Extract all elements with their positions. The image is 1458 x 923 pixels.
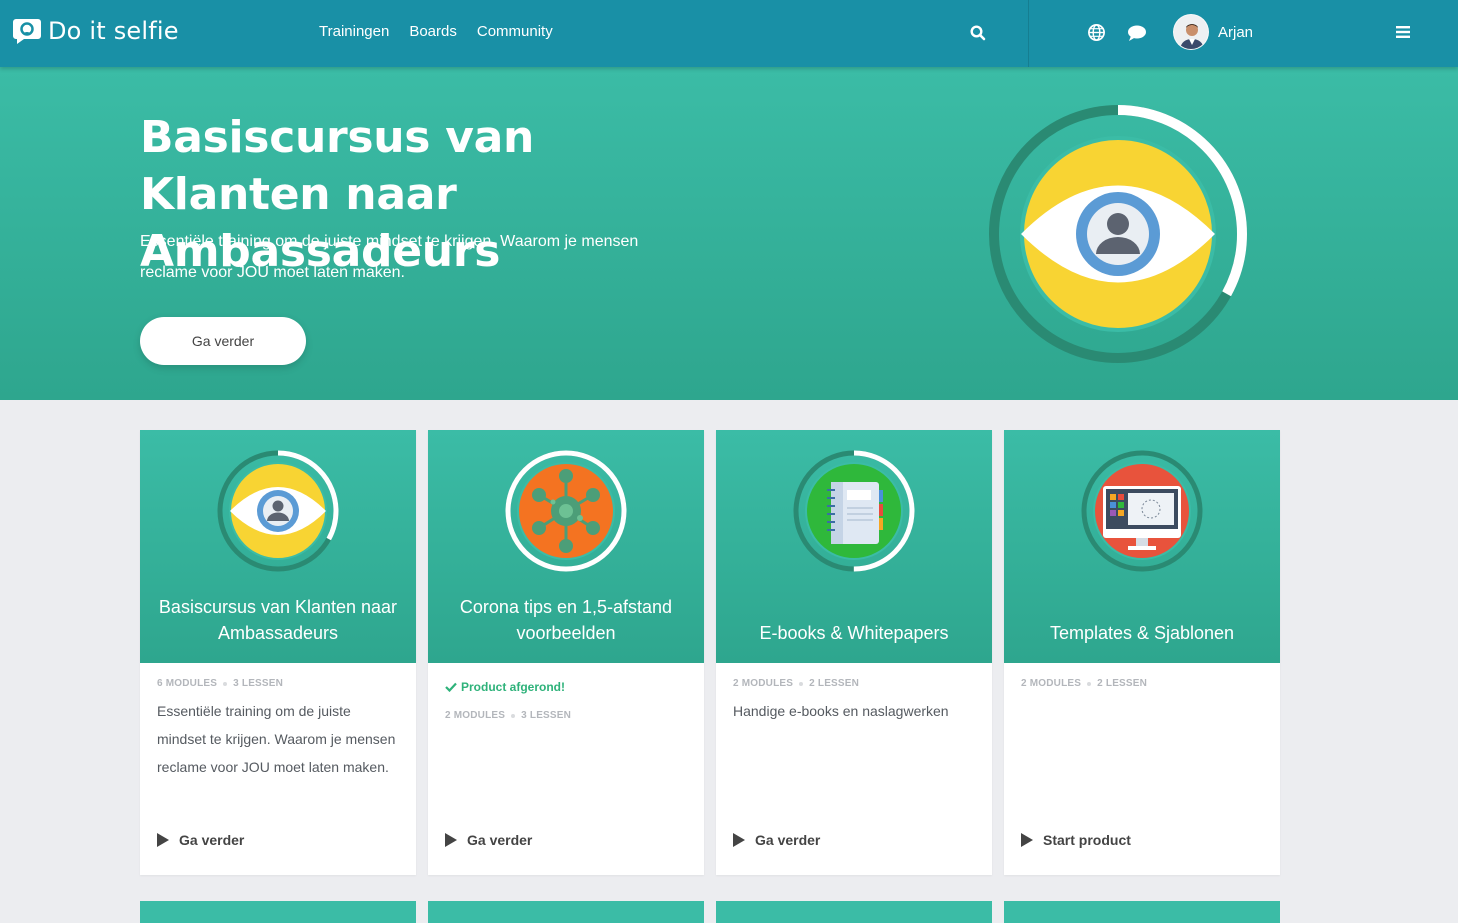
hamburger-menu-icon[interactable] bbox=[1396, 25, 1410, 39]
course-card-templates[interactable]: Templates & Sjablonen 2 MODULES 2 LESSEN… bbox=[1004, 430, 1280, 875]
card-title: Templates & Sjablonen bbox=[1049, 623, 1235, 643]
course-card-next-row[interactable] bbox=[1004, 901, 1280, 923]
card-body: 6 MODULES 3 LESSEN Essentiële training o… bbox=[157, 678, 402, 781]
eye-user-icon bbox=[989, 105, 1247, 363]
card-start-button[interactable]: Start product bbox=[1021, 832, 1131, 848]
meta-dot bbox=[1087, 681, 1092, 686]
virus-icon bbox=[505, 450, 627, 572]
course-card-next-row[interactable] bbox=[140, 901, 416, 923]
card-description: Handige e-books en naslagwerken bbox=[733, 703, 949, 719]
card-continue-button[interactable]: Ga verder bbox=[445, 832, 532, 848]
user-name: Arjan bbox=[1218, 23, 1254, 41]
hero-description: Essentiële training om de juiste mindset… bbox=[140, 233, 639, 281]
card-meta: 6 MODULES 3 LESSEN bbox=[157, 678, 402, 689]
logo[interactable]: Do it selfie bbox=[12, 17, 179, 45]
lessons-count: 2 LESSEN bbox=[809, 678, 860, 689]
card-cta-label: Start product bbox=[1043, 832, 1131, 848]
meta-dot bbox=[223, 681, 228, 686]
card-cta-label: Ga verder bbox=[467, 832, 533, 848]
card-continue-button[interactable]: Ga verder bbox=[733, 832, 820, 848]
modules-count: 2 MODULES bbox=[445, 710, 506, 721]
nav-link-trainingen[interactable]: Trainingen bbox=[319, 23, 389, 40]
course-card-next-row[interactable] bbox=[428, 901, 704, 923]
notebook-icon bbox=[793, 450, 915, 572]
chat-icon[interactable] bbox=[1127, 24, 1147, 42]
lessons-count: 3 LESSEN bbox=[233, 678, 284, 689]
card-meta: 2 MODULES 3 LESSEN bbox=[445, 710, 690, 721]
logo-text: Do it selfie bbox=[48, 17, 179, 45]
card-description: Essentiële training om de juiste mindset… bbox=[157, 703, 396, 775]
avatar bbox=[1173, 14, 1209, 50]
card-title: Basiscursus van Klanten naar Ambassadeur… bbox=[158, 597, 398, 643]
modules-count: 2 MODULES bbox=[1021, 678, 1082, 689]
course-card-ebooks[interactable]: E-books & Whitepapers 2 MODULES 2 LESSEN… bbox=[716, 430, 992, 875]
card-cta-label: Ga verder bbox=[179, 832, 245, 848]
course-card-basiscursus[interactable]: Basiscursus van Klanten naar Ambassadeur… bbox=[140, 430, 416, 875]
card-continue-button[interactable]: Ga verder bbox=[157, 832, 244, 848]
eye-user-icon bbox=[217, 450, 339, 572]
course-card-corona[interactable]: Corona tips en 1,5-afstand voorbeelden P… bbox=[428, 430, 704, 875]
modules-count: 6 MODULES bbox=[157, 678, 218, 689]
search-icon[interactable] bbox=[969, 24, 987, 42]
lessons-count: 2 LESSEN bbox=[1097, 678, 1148, 689]
course-card-next-row[interactable] bbox=[716, 901, 992, 923]
main-nav: Trainingen Boards Community bbox=[319, 23, 553, 40]
nav-link-boards[interactable]: Boards bbox=[409, 23, 457, 40]
completed-badge: Product afgerond! bbox=[445, 680, 690, 694]
meta-dot bbox=[799, 681, 804, 686]
chat-bubble-logo-icon bbox=[13, 19, 41, 44]
card-header: Corona tips en 1,5-afstand voorbeelden bbox=[428, 430, 704, 663]
card-header: Basiscursus van Klanten naar Ambassadeur… bbox=[140, 430, 416, 663]
modules-count: 2 MODULES bbox=[733, 678, 794, 689]
play-icon bbox=[157, 833, 169, 847]
lessons-count: 3 LESSEN bbox=[521, 710, 572, 721]
nav-divider bbox=[1028, 0, 1029, 67]
card-meta: 2 MODULES 2 LESSEN bbox=[1021, 678, 1266, 689]
meta-dot bbox=[511, 713, 516, 718]
nav-link-community[interactable]: Community bbox=[477, 23, 553, 40]
card-title: E-books & Whitepapers bbox=[759, 623, 949, 643]
card-cta-label: Ga verder bbox=[755, 832, 821, 848]
card-header: E-books & Whitepapers bbox=[716, 430, 992, 663]
card-body: 2 MODULES 2 LESSEN Handige e-books en na… bbox=[733, 678, 978, 725]
play-icon bbox=[1021, 833, 1033, 847]
monitor-template-icon bbox=[1081, 450, 1203, 572]
card-header: Templates & Sjablonen bbox=[1004, 430, 1280, 663]
card-title: Corona tips en 1,5-afstand voorbeelden bbox=[459, 597, 673, 643]
card-body: 2 MODULES 2 LESSEN bbox=[1021, 678, 1266, 689]
play-icon bbox=[445, 833, 457, 847]
top-navbar: Do it selfie Trainingen Boards Community bbox=[0, 0, 1458, 67]
card-body: Product afgerond! 2 MODULES 3 LESSEN bbox=[445, 678, 690, 721]
hero-continue-button[interactable]: Ga verder bbox=[140, 317, 306, 365]
check-icon bbox=[445, 682, 457, 692]
card-meta: 2 MODULES 2 LESSEN bbox=[733, 678, 978, 689]
user-menu[interactable]: Arjan bbox=[1173, 14, 1253, 50]
globe-icon[interactable] bbox=[1087, 23, 1106, 42]
completed-label: Product afgerond! bbox=[461, 680, 565, 694]
play-icon bbox=[733, 833, 745, 847]
